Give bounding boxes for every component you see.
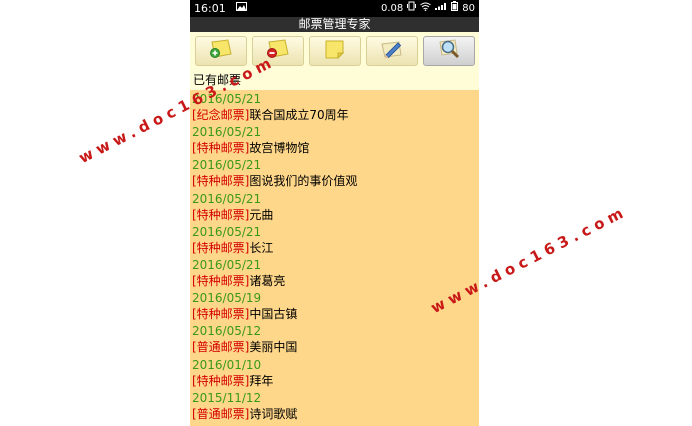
list-item[interactable]: 2015/11/12 [普通邮票]诗词歌赋	[192, 389, 479, 422]
list-item[interactable]: 2016/05/21 [纪念邮票]联合国成立70周年	[192, 90, 479, 123]
list-item[interactable]: 2016/05/21 [特种邮票]图说我们的事价值观	[192, 156, 479, 189]
search-icon	[436, 38, 462, 64]
item-name: 故宫博物馆	[249, 141, 310, 156]
item-date: 2016/05/12	[192, 324, 262, 339]
item-category: [普通邮票]	[192, 406, 250, 421]
add-stamp-icon	[208, 38, 234, 64]
item-date: 2016/05/21	[192, 158, 262, 173]
item-category: [特种邮票]	[192, 141, 250, 156]
list-item[interactable]: 2016/01/10 [特种邮票]拜年	[192, 356, 479, 389]
item-name: 中国古镇	[249, 307, 298, 322]
note-icon	[322, 38, 348, 64]
edit-icon	[379, 38, 405, 64]
status-bar: 16:01 0.08 80	[190, 0, 479, 17]
item-category: [特种邮票]	[192, 174, 250, 189]
item-category: [特种邮票]	[192, 307, 250, 322]
status-time: 16:01	[194, 2, 226, 15]
item-category: [特种邮票]	[192, 273, 250, 288]
toolbar	[190, 32, 479, 70]
item-name: 长江	[249, 240, 274, 255]
list-item[interactable]: 2016/05/21 [特种邮票]元曲	[192, 190, 479, 223]
note-button[interactable]	[308, 36, 361, 66]
edit-button[interactable]	[365, 36, 418, 66]
item-category: [纪念邮票]	[192, 108, 250, 122]
item-name: 美丽中国	[249, 340, 298, 355]
screenshot-canvas: 16:01 0.08 80 邮票管理专家 已有邮票 2016/05/21 [纪念…	[0, 0, 692, 426]
battery-icon	[451, 0, 459, 17]
item-category: [特种邮票]	[192, 240, 250, 255]
item-date: 2016/01/10	[192, 357, 262, 372]
item-date: 2016/05/21	[192, 125, 262, 140]
image-notification-icon	[235, 0, 247, 17]
item-name: 联合国成立70周年	[249, 108, 349, 122]
item-date: 2016/05/21	[192, 224, 262, 239]
vibrate-icon	[407, 0, 417, 17]
item-category: [特种邮票]	[192, 207, 250, 222]
list-item[interactable]: 2016/05/21 [特种邮票]故宫博物馆	[192, 123, 479, 156]
list-item[interactable]: 2016/05/21 [特种邮票]诸葛亮	[192, 256, 479, 289]
list-item[interactable]: 2016/05/21 [特种邮票]长江	[192, 223, 479, 256]
item-name: 诗词歌赋	[249, 406, 298, 421]
list-item[interactable]: 2016/05/12 [普通邮票]美丽中国	[192, 322, 479, 355]
item-name: 诸葛亮	[249, 273, 286, 288]
net-speed: 0.08	[381, 3, 404, 14]
item-date: 2016/05/21	[192, 92, 262, 106]
search-button[interactable]	[422, 36, 475, 66]
item-category: [普通邮票]	[192, 340, 250, 355]
item-name: 拜年	[249, 373, 274, 388]
item-category: [特种邮票]	[192, 373, 250, 388]
app-title: 邮票管理专家	[190, 17, 479, 32]
item-name: 图说我们的事价值观	[249, 174, 358, 189]
item-date: 2016/05/21	[192, 257, 262, 272]
phone-screen: 16:01 0.08 80 邮票管理专家 已有邮票 2016/05/21 [纪念…	[190, 0, 479, 426]
item-date: 2015/11/12	[192, 390, 262, 405]
item-name: 元曲	[249, 207, 274, 222]
wifi-icon	[420, 0, 432, 17]
item-date: 2016/05/21	[192, 191, 262, 206]
battery-level: 80	[462, 3, 475, 14]
add-stamp-button[interactable]	[194, 36, 247, 66]
stamp-list: 2016/05/21 [纪念邮票]联合国成立70周年 2016/05/21 [特…	[190, 90, 479, 422]
signal-icon	[435, 0, 447, 17]
